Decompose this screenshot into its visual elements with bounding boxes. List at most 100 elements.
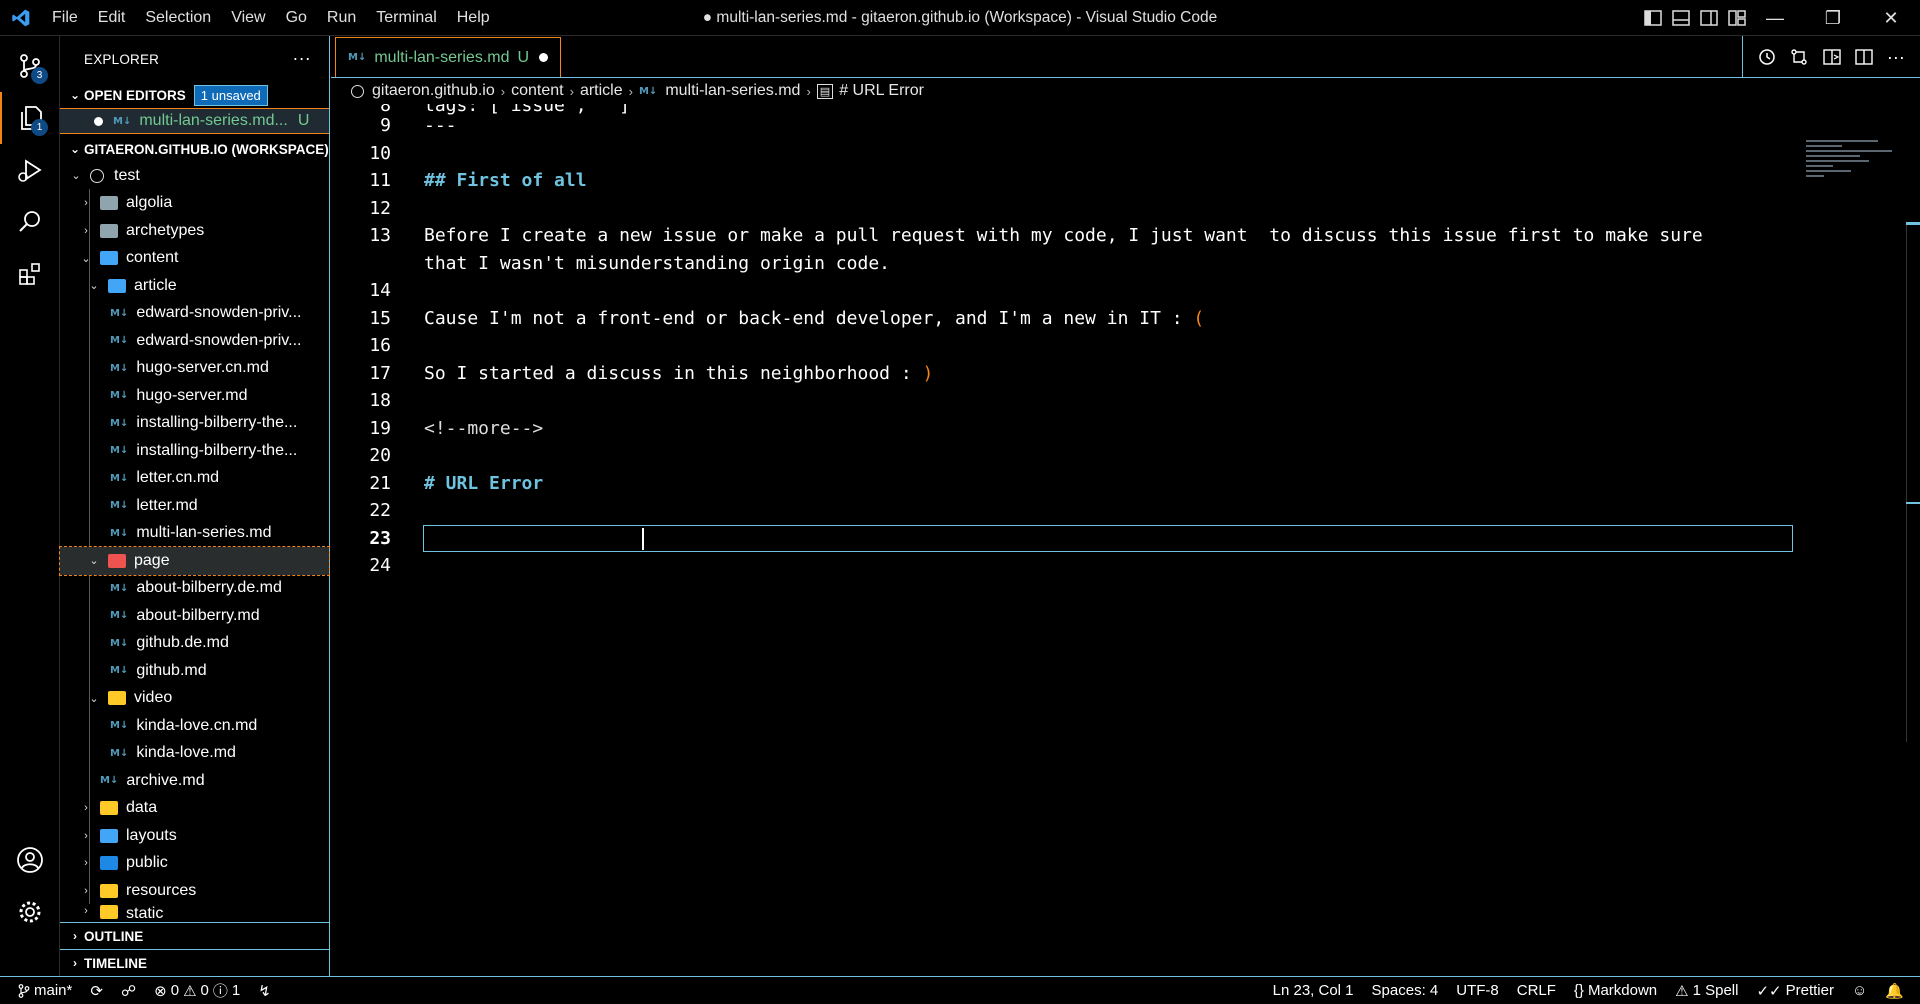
tree-label: hugo-server.cn.md — [136, 359, 269, 377]
code-text: So I started a discuss in this neighborh… — [424, 360, 933, 388]
extensions-icon[interactable] — [0, 248, 60, 300]
more-actions-icon[interactable]: ··· — [1887, 47, 1905, 68]
tree-file[interactable]: M↓ installing-bilberry-the... — [60, 437, 329, 465]
git-graph-icon[interactable]: ☍ — [112, 982, 145, 1000]
tree-folder-test[interactable]: ⌄ test — [60, 162, 329, 190]
search-icon[interactable] — [0, 196, 60, 248]
code-line: 18 — [331, 387, 1901, 415]
breadcrumb-item[interactable]: gitaeron.github.io — [372, 82, 495, 100]
markdown-file-icon: M↓ — [110, 445, 129, 457]
line-ending[interactable]: CRLF — [1508, 982, 1565, 1000]
tree-file[interactable]: M↓ letter.cn.md — [60, 465, 329, 493]
tree-folder-video[interactable]: ⌄ video — [60, 685, 329, 713]
branch-indicator[interactable]: main* — [0, 982, 81, 999]
tree-folder-static[interactable]: › static — [60, 904, 329, 919]
menu-edit[interactable]: Edit — [88, 0, 136, 36]
breadcrumb-item[interactable]: content — [511, 82, 563, 100]
line-number: 10 — [369, 142, 391, 164]
open-changes-icon[interactable] — [1790, 48, 1808, 66]
workspace-header[interactable]: ⌄ GITAERON.GITHUB.IO (WORKSPACE) — [60, 136, 329, 162]
accounts-icon[interactable] — [0, 834, 60, 886]
tree-folder-layouts[interactable]: › layouts — [60, 822, 329, 850]
tree-file[interactable]: M↓ github.md — [60, 657, 329, 685]
chevron-down-icon: ⌄ — [81, 252, 91, 265]
more-actions-icon[interactable]: ··· — [292, 48, 311, 69]
unsaved-dot-icon[interactable] — [94, 116, 103, 126]
explorer-icon[interactable]: 1 — [0, 92, 60, 144]
feedback-icon[interactable]: ☺ — [1843, 982, 1876, 1000]
toggle-secondary-sidebar-icon[interactable] — [1700, 10, 1718, 26]
tree-file[interactable]: M↓ archive.md — [60, 767, 329, 795]
spell-check[interactable]: ⚠ 1 Spell — [1666, 982, 1747, 1000]
minimap[interactable] — [1806, 140, 1896, 200]
source-control-icon[interactable]: 3 — [0, 40, 60, 92]
tree-folder-algolia[interactable]: › algolia — [60, 190, 329, 218]
open-editors-header[interactable]: ⌄ OPEN EDITORS 1 unsaved — [60, 82, 329, 108]
cursor-position[interactable]: Ln 23, Col 1 — [1264, 982, 1363, 1000]
close-icon[interactable]: ✕ — [1862, 0, 1920, 36]
tree-file[interactable]: M↓ hugo-server.cn.md — [60, 355, 329, 383]
tree-file[interactable]: M↓ about-bilberry.md — [60, 602, 329, 630]
vertical-scrollbar[interactable] — [1906, 222, 1920, 742]
menu-run[interactable]: Run — [317, 0, 366, 36]
language-mode[interactable]: {} Markdown — [1565, 982, 1666, 1000]
tree-folder-resources[interactable]: › resources — [60, 877, 329, 905]
tree-file[interactable]: M↓ multi-lan-series.md — [60, 520, 329, 548]
sync-icon[interactable]: ⟳ — [81, 982, 112, 1000]
customize-layout-icon[interactable] — [1728, 10, 1746, 26]
tree-folder-public[interactable]: › public — [60, 850, 329, 878]
menu-view[interactable]: View — [221, 0, 275, 36]
code-line-current[interactable]: 23 — [331, 524, 1901, 552]
minimize-icon[interactable]: — — [1746, 0, 1804, 36]
tab-multi-lan-series[interactable]: M↓ multi-lan-series.md U — [335, 37, 561, 77]
open-editor-item[interactable]: M↓ multi-lan-series.md... U — [60, 108, 329, 134]
breadcrumb-item[interactable]: multi-lan-series.md — [665, 82, 800, 100]
split-editor-icon[interactable] — [1855, 48, 1873, 66]
tree-file[interactable]: M↓ github.de.md — [60, 630, 329, 658]
menu-help[interactable]: Help — [447, 0, 500, 36]
encoding[interactable]: UTF-8 — [1447, 982, 1508, 1000]
tree-file[interactable]: M↓ letter.md — [60, 492, 329, 520]
outline-section[interactable]: › OUTLINE — [60, 922, 330, 949]
tree-label: hugo-server.md — [136, 386, 248, 404]
tree-folder-article[interactable]: ⌄ article — [60, 272, 329, 300]
problems-indicator[interactable]: ⊗ 0 ⚠ 0 ⓘ 1 — [145, 980, 249, 1001]
code-editor[interactable]: 8 tags: ["issue", ""] 9 --- 10 11 ## Fir… — [331, 104, 1901, 976]
tree-label: letter.md — [136, 496, 198, 514]
tree-file[interactable]: M↓ hugo-server.md — [60, 382, 329, 410]
tree-file[interactable]: M↓ kinda-love.md — [60, 740, 329, 768]
tree-folder-content[interactable]: ⌄ content — [60, 245, 329, 273]
error-icon: ⊗ — [154, 982, 167, 1000]
tree-file[interactable]: M↓ edward-snowden-priv... — [60, 300, 329, 328]
timeline-section[interactable]: › TIMELINE — [60, 949, 330, 976]
tree-file[interactable]: M↓ edward-snowden-priv... — [60, 327, 329, 355]
settings-gear-icon[interactable] — [0, 886, 60, 938]
timeline-history-icon[interactable] — [1758, 48, 1776, 66]
tree-label: layouts — [126, 826, 177, 844]
toggle-panel-icon[interactable] — [1672, 10, 1690, 26]
menu-terminal[interactable]: Terminal — [366, 0, 446, 36]
menu-selection[interactable]: Selection — [135, 0, 221, 36]
open-preview-icon[interactable] — [1822, 48, 1841, 66]
toggle-sidebar-icon[interactable] — [1644, 10, 1662, 26]
restore-icon[interactable]: ❐ — [1804, 0, 1862, 36]
run-debug-icon[interactable] — [0, 144, 60, 196]
prettier-status[interactable]: ✓✓ Prettier — [1747, 982, 1843, 1000]
tree-folder-data[interactable]: › data — [60, 795, 329, 823]
menu-go[interactable]: Go — [276, 0, 317, 36]
tree-file[interactable]: M↓ kinda-love.cn.md — [60, 712, 329, 740]
tree-file[interactable]: M↓ about-bilberry.de.md — [60, 575, 329, 603]
chevron-right-icon: › — [84, 197, 88, 210]
tree-file[interactable]: M↓ installing-bilberry-the... — [60, 410, 329, 438]
notifications-bell-icon[interactable]: 🔔 — [1876, 982, 1920, 1000]
breadcrumb-item[interactable]: article — [580, 82, 623, 100]
tree-folder-page[interactable]: ⌄ page — [59, 546, 330, 576]
lightning-icon[interactable]: ↯ — [249, 982, 280, 1000]
breadcrumb-item[interactable]: # URL Error — [839, 82, 924, 100]
tree-folder-archetypes[interactable]: › archetypes — [60, 217, 329, 245]
code-line: 13 Before I create a new issue or make a… — [331, 222, 1901, 250]
chevron-down-icon: ⌄ — [89, 280, 99, 293]
indentation[interactable]: Spaces: 4 — [1363, 982, 1448, 1000]
menu-file[interactable]: File — [42, 0, 88, 36]
unsaved-dot-icon[interactable] — [539, 53, 548, 62]
